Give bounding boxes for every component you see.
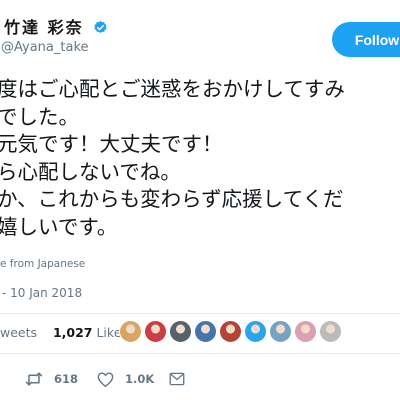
liker-avatar-6[interactable]: [244, 320, 267, 343]
liker-avatar-3[interactable]: [169, 320, 192, 343]
translate-link[interactable]: e from Japanese: [0, 258, 85, 270]
retweet-button[interactable]: 618: [24, 366, 78, 392]
author-handle[interactable]: @Ayana_take: [1, 40, 89, 55]
tweet-line: 嬉しいです。: [0, 214, 118, 239]
engagement-stats: weets 1,027 Likes: [0, 325, 128, 340]
tweet-actions: 618 1.0K: [0, 366, 400, 394]
liker-avatar-9[interactable]: [319, 320, 342, 343]
divider: [0, 353, 400, 354]
retweets-label[interactable]: weets: [0, 325, 37, 340]
liker-avatar-8[interactable]: [294, 320, 317, 343]
direct-message-button[interactable]: [168, 366, 186, 392]
liker-avatar-2[interactable]: [144, 320, 167, 343]
tweet-line: ら心配しないでね。: [0, 159, 181, 184]
verified-badge-icon: [94, 20, 107, 33]
tweet-page: 竹達 彩奈 @Ayana_take Following 度はご心配とご迷惑をおか…: [0, 0, 400, 400]
liker-avatar-7[interactable]: [269, 320, 292, 343]
like-button[interactable]: 1.0K: [96, 366, 154, 392]
divider: [0, 313, 400, 314]
author-display-name[interactable]: 竹達 彩奈: [4, 18, 84, 37]
following-button[interactable]: Following: [332, 22, 400, 57]
liker-avatar-1[interactable]: [119, 320, 142, 343]
retweet-count: 618: [54, 372, 79, 386]
like-count: 1.0K: [125, 372, 155, 386]
tweet-line: でした。: [0, 104, 79, 129]
tweet-line: 元気です！大丈夫です！: [0, 132, 223, 156]
author-name-row[interactable]: 竹達 彩奈: [4, 14, 108, 38]
retweet-icon: [25, 372, 43, 386]
liker-avatar-5[interactable]: [219, 320, 242, 343]
tweet-line: か、これからも変わらず応援してくだ: [0, 187, 344, 211]
tweet-text: 度はご心配とご迷惑をおかけしてすみ でした。 元気です！大丈夫です！ ら心配しな…: [0, 76, 400, 241]
heart-icon: [97, 371, 114, 387]
tweet-timestamp[interactable]: - 10 Jan 2018: [2, 286, 82, 300]
message-icon: [169, 372, 185, 386]
likes-count[interactable]: 1,027: [53, 325, 93, 340]
liker-avatar-4[interactable]: [194, 320, 217, 343]
tweet-line: 度はご心配とご迷惑をおかけしてすみ: [0, 77, 345, 101]
